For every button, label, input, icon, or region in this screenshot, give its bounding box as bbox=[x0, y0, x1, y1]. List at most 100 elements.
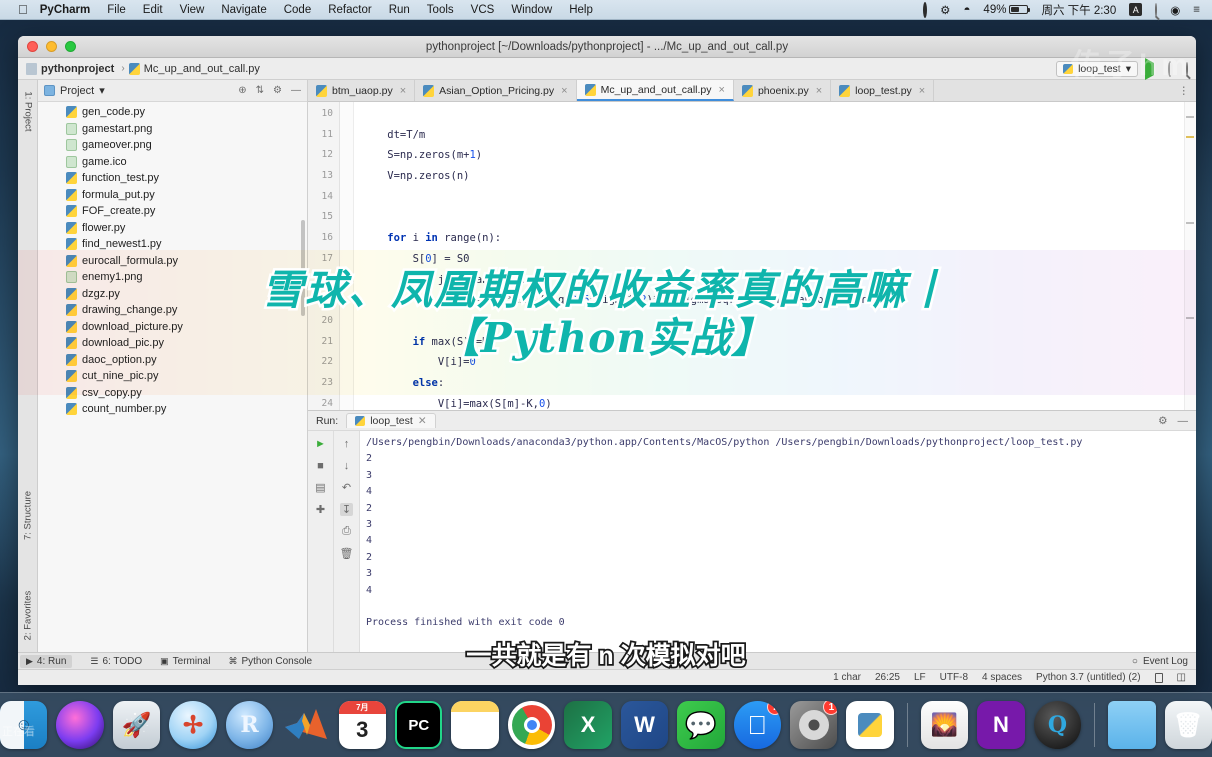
project-panel-title[interactable]: Project bbox=[60, 85, 94, 97]
tree-item[interactable]: gameover.png bbox=[38, 137, 307, 154]
menu-item-code[interactable]: Code bbox=[284, 4, 312, 16]
dock-item-chrome[interactable] bbox=[507, 701, 556, 749]
close-icon[interactable]: × bbox=[919, 85, 925, 97]
menu-item-pycharm[interactable]: PyCharm bbox=[40, 4, 91, 16]
wifi-icon[interactable]: ◓ bbox=[963, 4, 970, 16]
editor-tab[interactable]: btm_uaop.py × bbox=[308, 80, 416, 101]
tree-item[interactable]: find_newest1.py bbox=[38, 236, 307, 253]
record-icon[interactable] bbox=[923, 1, 928, 18]
code-line[interactable]: V=np.zeros(n) bbox=[354, 166, 1196, 187]
dock-item-preview[interactable]: 🌄 bbox=[920, 701, 969, 749]
tree-item[interactable]: drawing_change.py bbox=[38, 302, 307, 319]
code-line[interactable] bbox=[354, 187, 1196, 208]
clear-all-icon[interactable]: 🗑 bbox=[340, 547, 354, 560]
run-panel-tab[interactable]: loop_test ✕ bbox=[346, 413, 436, 428]
menu-item-navigate[interactable]: Navigate bbox=[221, 4, 266, 16]
close-icon[interactable]: × bbox=[816, 85, 822, 97]
code-line[interactable]: S[j+1]=S[j]*exp((r-q-0.5*sigma**2)*dt+si… bbox=[354, 290, 1196, 311]
spotlight-search-icon[interactable] bbox=[1155, 2, 1158, 17]
tree-item[interactable]: csv_copy.py bbox=[38, 385, 307, 402]
control-center-icon[interactable]: ≡ bbox=[1193, 4, 1200, 16]
lock-icon[interactable] bbox=[1154, 672, 1163, 683]
minimize-icon[interactable]: — bbox=[1178, 415, 1189, 427]
menu-item-vcs[interactable]: VCS bbox=[471, 4, 495, 16]
breadcrumb-file[interactable]: Mc_up_and_out_call.py bbox=[128, 62, 260, 75]
code-line[interactable]: V[i]=0 bbox=[354, 352, 1196, 373]
code-editor[interactable]: 1011121314151617181920212223242526272829… bbox=[308, 102, 1196, 410]
run-console-output[interactable]: /Users/pengbin/Downloads/anaconda3/pytho… bbox=[360, 431, 1196, 652]
coverage-button[interactable] bbox=[1168, 60, 1172, 77]
settings-icon[interactable]: ⚙ bbox=[273, 85, 282, 96]
pin-icon[interactable]: ✚ bbox=[314, 503, 327, 516]
tree-item[interactable]: dzgz.py bbox=[38, 286, 307, 303]
menu-item-edit[interactable]: Edit bbox=[143, 4, 163, 16]
menu-item-refactor[interactable]: Refactor bbox=[328, 4, 371, 16]
breadcrumb-project[interactable]: pythonproject bbox=[26, 62, 114, 75]
dock-item-calendar[interactable]: 7月 3 bbox=[338, 701, 387, 749]
tree-item[interactable]: gen_code.py bbox=[38, 104, 307, 121]
tree-item[interactable]: game.ico bbox=[38, 154, 307, 171]
tree-item[interactable]: daoc_option.py bbox=[38, 352, 307, 369]
soft-wrap-icon[interactable]: ↶ bbox=[340, 481, 353, 494]
tree-item[interactable]: flower.py bbox=[38, 220, 307, 237]
tree-item[interactable]: FOF_create.py bbox=[38, 203, 307, 220]
close-icon[interactable]: × bbox=[400, 85, 406, 97]
sidebar-item-structure[interactable]: 7: Structure bbox=[22, 491, 33, 540]
status-encoding[interactable]: UTF-8 bbox=[940, 672, 968, 683]
code-line[interactable] bbox=[354, 104, 1196, 125]
dock-item-pycharm[interactable]: PC bbox=[395, 701, 443, 749]
editor-tab[interactable]: Mc_up_and_out_call.py × bbox=[576, 80, 734, 101]
status-line-separator[interactable]: LF bbox=[914, 672, 926, 683]
dock-item-onenote[interactable]: N bbox=[977, 701, 1025, 749]
tree-item[interactable]: gamestart.png bbox=[38, 121, 307, 138]
siri-icon[interactable]: ◉ bbox=[1170, 3, 1180, 17]
tool-window-button[interactable]: ▶ 4: Run bbox=[20, 654, 73, 668]
code-line[interactable]: else: bbox=[354, 373, 1196, 394]
tree-item[interactable]: download_picture.py bbox=[38, 319, 307, 336]
close-icon[interactable]: × bbox=[561, 85, 567, 97]
hide-icon[interactable]: — bbox=[291, 85, 301, 96]
battery-icon[interactable]: 49% bbox=[983, 4, 1031, 16]
dock-item-app-store[interactable]: 7 bbox=[733, 701, 782, 749]
event-log-button[interactable]: ○ Event Log bbox=[1132, 656, 1188, 667]
scroll-to-end-icon[interactable]: ↧ bbox=[340, 503, 353, 516]
menu-item-tools[interactable]: Tools bbox=[427, 4, 454, 16]
input-source-icon[interactable]: A bbox=[1129, 3, 1143, 16]
dock-item-notes[interactable] bbox=[451, 701, 499, 749]
code-line[interactable]: S=np.zeros(m+1) bbox=[354, 145, 1196, 166]
tree-item[interactable]: enemy1.png bbox=[38, 269, 307, 286]
code-line[interactable]: if max(S)>=H: bbox=[354, 332, 1196, 353]
dropbox-icon[interactable]: ⚙ bbox=[940, 3, 950, 17]
editor-tab[interactable]: loop_test.py × bbox=[831, 80, 935, 101]
gear-icon[interactable]: ⚙ bbox=[1158, 415, 1167, 427]
dock-item-qq[interactable]: Q bbox=[1033, 701, 1082, 749]
up-arrow-icon[interactable]: ↑ bbox=[340, 437, 353, 450]
code-line[interactable]: for i in range(n): bbox=[354, 228, 1196, 249]
dock-item-system-preferences[interactable]: 1 bbox=[790, 701, 838, 749]
tree-item[interactable]: cut_nine_pic.py bbox=[38, 368, 307, 385]
console-icon[interactable]: ▤ bbox=[314, 481, 327, 494]
run-button[interactable] bbox=[1145, 57, 1154, 80]
tree-item[interactable]: function_test.py bbox=[38, 170, 307, 187]
tool-window-button[interactable]: ⌘ Python Console bbox=[228, 656, 312, 667]
tool-window-button[interactable]: ▣ Terminal bbox=[160, 656, 210, 667]
dock-item-python-launcher[interactable] bbox=[846, 701, 894, 749]
editor-tab[interactable]: phoenix.py × bbox=[734, 80, 832, 101]
dock-item-finder[interactable]: ☺ bbox=[0, 701, 48, 749]
search-everywhere-icon[interactable] bbox=[1186, 61, 1188, 76]
chevron-down-icon[interactable]: ▾ bbox=[99, 84, 105, 97]
menu-item-help[interactable]: Help bbox=[569, 4, 593, 16]
down-arrow-icon[interactable]: ↓ bbox=[340, 459, 353, 472]
print-icon[interactable]: ⎙ bbox=[340, 525, 353, 538]
tree-item[interactable]: download_pic.py bbox=[38, 335, 307, 352]
stop-icon[interactable]: ■ bbox=[314, 459, 327, 472]
memory-icon[interactable]: ◫ bbox=[1177, 672, 1186, 683]
tree-item[interactable]: count_number.py bbox=[38, 401, 307, 418]
code-text-area[interactable]: dt=T/m S=np.zeros(m+1) V=np.zeros(n) for… bbox=[354, 102, 1196, 410]
status-interpreter[interactable]: Python 3.7 (untitled) (2) bbox=[1036, 672, 1141, 683]
menu-item-file[interactable]: File bbox=[107, 4, 126, 16]
dock-item-downloads-folder[interactable] bbox=[1108, 701, 1156, 749]
status-indent[interactable]: 4 spaces bbox=[982, 672, 1022, 683]
code-line[interactable]: S[0] = S0 bbox=[354, 249, 1196, 270]
tool-window-button[interactable]: ☰ 6: TODO bbox=[90, 656, 142, 667]
